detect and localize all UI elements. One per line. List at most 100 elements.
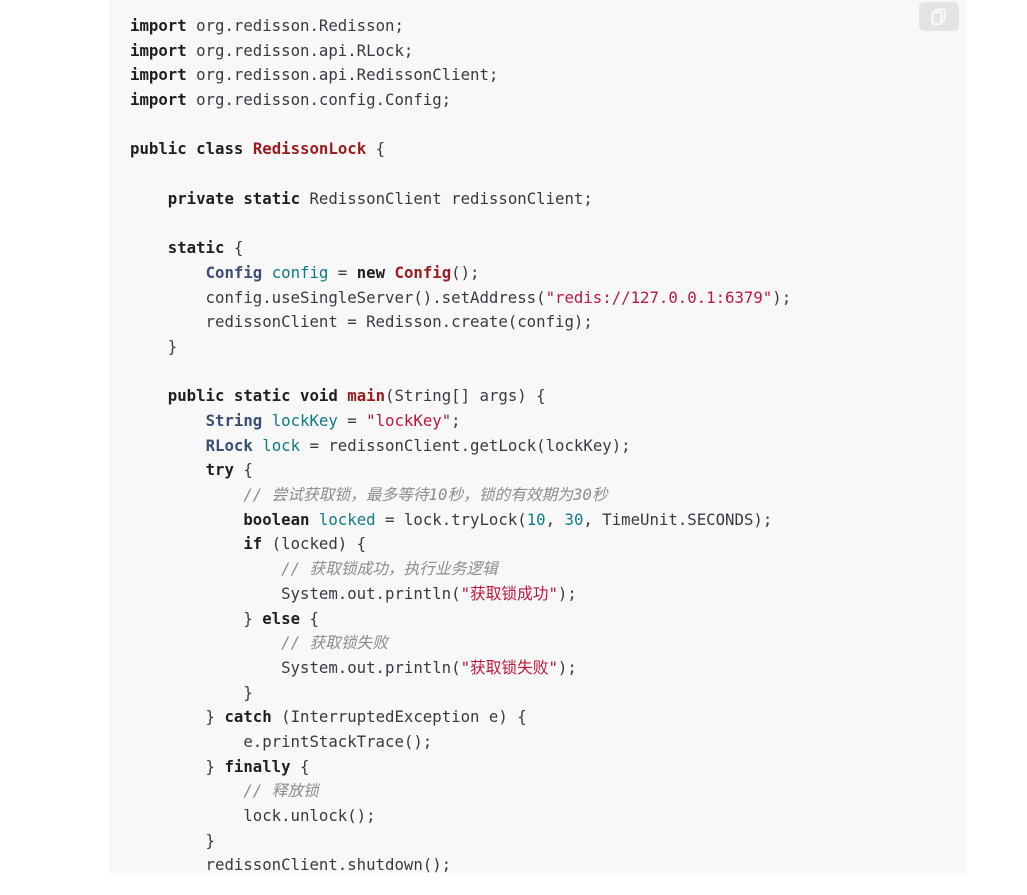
code-token: "获取锁成功" [460,583,558,603]
code-line: if (locked) { [130,532,791,557]
code-token: redissonClient.shutdown(); [130,855,452,875]
copy-icon [931,8,946,25]
code-line: System.out.println("获取锁失败"); [130,656,791,681]
code-token: // 获取锁成功，执行业务逻辑 [281,559,498,579]
code-token: } [130,682,253,702]
code-token: ); [557,583,577,603]
code-token: "redis://127.0.0.1:6379" [545,287,773,307]
code-token: = lock.tryLock( [375,509,527,529]
code-token: RedissonLock [252,139,367,159]
code-token: ; [451,411,461,430]
copy-button[interactable] [919,2,959,31]
code-token: org.redisson.api.RedissonClient; [186,65,499,85]
code-token: = [337,411,367,430]
code-line: public static void main(String[] args) { [130,384,791,409]
code-line: import org.redisson.config.Config; [130,88,791,113]
code-token: = [328,262,357,282]
code-token: Config [394,262,452,282]
code-token: public [167,386,225,406]
code-line: } finally { [130,755,791,780]
code-token: (String[] args) { [385,386,546,406]
code-line: } [130,681,791,706]
code-token: (); [451,262,480,282]
code-token: config [271,262,329,282]
code-token: , TimeUnit.SECONDS); [583,509,773,529]
code-line: } [130,829,791,854]
code-token: 10 [526,509,546,529]
code-token: // 尝试获取锁，最多等待10秒，锁的有效期为30秒 [243,485,608,505]
code-token: RedissonClient redissonClient; [300,188,593,208]
code-token: { [224,238,244,258]
code-line: } else { [130,607,791,632]
code-token: if [243,534,263,554]
code-token: ); [557,657,577,677]
code-token: { [366,139,386,159]
code-line: RLock lock = redissonClient.getLock(lock… [130,434,791,459]
code-token: { [290,756,310,776]
code-token: "获取锁失败" [460,657,558,677]
code-token: class [196,139,244,159]
code-line: System.out.println("获取锁成功"); [130,582,791,607]
code-line: public class RedissonLock { [130,137,791,162]
code-token: redissonClient = Redisson.create(config)… [130,312,593,332]
code-line: import org.redisson.Redisson; [130,14,791,39]
code-line: boolean locked = lock.tryLock(10, 30, Ti… [130,508,791,533]
code-token: void [300,386,338,406]
code-token: Config [205,262,263,282]
code-line: } [130,335,791,360]
code-token: static [233,386,291,406]
code-token: import [130,40,187,60]
code-token: "lockKey" [366,411,452,430]
code-line: // 获取锁成功，执行业务逻辑 [130,557,791,582]
code-token: // 释放锁 [243,781,319,801]
code-token: import [130,65,187,85]
code-token: String [205,411,263,430]
code-token: { [233,460,253,480]
code-token: private [167,188,234,208]
code-line: import org.redisson.api.RLock; [130,39,791,64]
code-line: // 获取锁失败 [130,631,791,656]
code-token: = redissonClient.getLock(lockKey); [300,435,631,455]
code-token: static [167,238,225,258]
code-token: (InterruptedException e) { [271,707,527,727]
code-token: } [130,336,178,356]
code-token: new [356,262,386,282]
code-token: RLock [205,435,253,455]
code-line: static { [130,236,791,261]
code-line: // 释放锁 [130,779,791,804]
code-line: String lockKey = "lockKey"; [130,409,791,434]
code-token: lockKey [271,411,338,430]
code-token: } [130,608,263,628]
code-line: import org.redisson.api.RedissonClient; [130,63,791,88]
code-token: org.redisson.api.RLock; [186,40,414,60]
code-line: } catch (InterruptedException e) { [130,705,791,730]
code-token: static [243,188,301,208]
code-token: locked [318,509,376,529]
code-token: import [130,16,187,35]
code-token: , [545,509,565,529]
code-token: else [262,608,301,628]
code-token: lock [262,435,301,455]
